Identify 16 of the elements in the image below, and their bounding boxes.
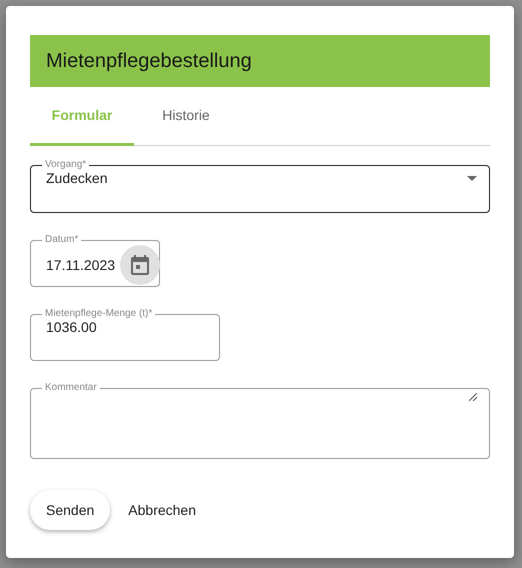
dialog-title: Mietenpflegebestellung [30, 35, 490, 87]
field-label: Kommentar [44, 383, 98, 393]
field-label: Mietenpflege-Menge (t)* [44, 309, 154, 319]
field-label: Vorgang* [44, 160, 88, 170]
resize-handle-icon[interactable] [469, 393, 477, 401]
calendar-button[interactable] [120, 245, 160, 285]
dropdown-arrow-icon [467, 176, 477, 180]
comment-field[interactable]: Kommentar [30, 383, 490, 459]
field-label: Datum* [44, 235, 80, 245]
cancel-button[interactable]: Abbrechen [126, 492, 198, 528]
date-field[interactable]: Datum* 17.11.2023 [30, 235, 160, 287]
tab[interactable]: Historie [134, 87, 238, 146]
send-button[interactable]: Senden [30, 490, 110, 530]
calendar-icon [131, 255, 149, 275]
quantity-field[interactable]: Mietenpflege-Menge (t)* 1036.00 [30, 309, 220, 361]
dropdown-field[interactable]: Vorgang* Zudecken [30, 160, 490, 213]
